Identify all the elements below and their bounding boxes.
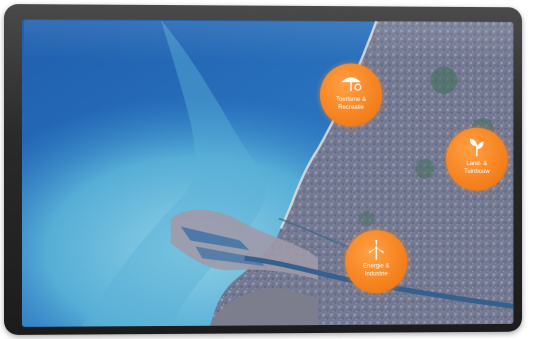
satellite-map-image — [21, 19, 514, 327]
satellite-map-screen: Toerisme & Recreatie Land- & Tuinbouw En… — [21, 19, 514, 327]
hotspot-label: Toerisme & Recreatie — [335, 95, 367, 111]
plant-sprout-icon — [466, 137, 487, 164]
hotspot-label: Land- & Tuinbouw — [464, 160, 490, 175]
tablet-frame: Toerisme & Recreatie Land- & Tuinbouw En… — [4, 4, 523, 335]
hotspot-recreatie[interactable]: Toerisme & Recreatie — [319, 63, 383, 127]
hotspot-industrie[interactable]: Energie & Industrie — [345, 230, 408, 294]
hotspot-tuinbouw[interactable]: Land- & Tuinbouw — [446, 127, 508, 191]
hotspot-label: Energie & Industrie — [363, 262, 390, 277]
